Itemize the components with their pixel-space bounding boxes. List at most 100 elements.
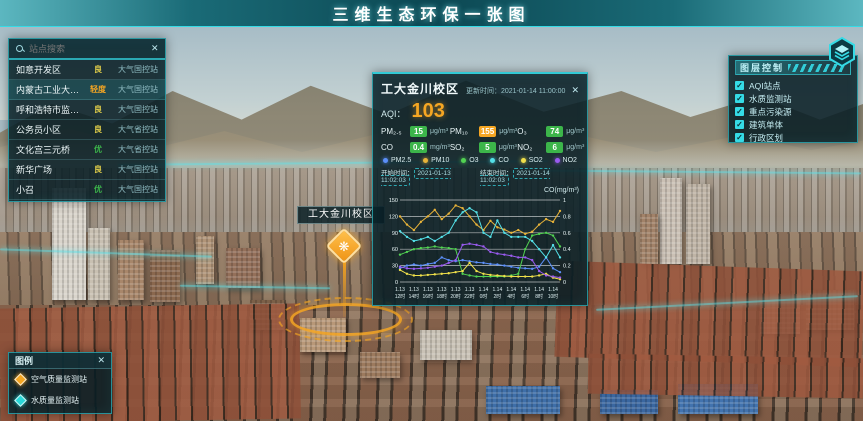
pollutant-name: SO₂ <box>450 143 476 152</box>
pollutant-cell: NO₂ 6 μg/m³ <box>517 142 584 153</box>
legend-item[interactable]: O3 <box>461 157 478 164</box>
layer-panel-title: 图层控制 <box>740 61 784 74</box>
legend-item[interactable]: NO2 <box>555 157 577 164</box>
building <box>196 236 214 284</box>
station-aqi-level: 良 <box>88 164 108 175</box>
legend-dot-icon <box>555 158 560 163</box>
layer-toggle[interactable]: ✓ 建筑单体 <box>735 118 851 131</box>
pollutant-grid: PM₂.₅ 15 μg/m³ PM₁₀ 155 μg/m³ O₃ 74 μg/m… <box>381 126 579 153</box>
station-name: 文化宫三元桥 <box>16 143 84 156</box>
station-type: 大气省控站 <box>112 144 158 155</box>
layer-label: 水质监测站 <box>749 93 792 105</box>
rooftop-band <box>554 261 863 368</box>
close-icon[interactable]: ✕ <box>151 44 159 53</box>
svg-text:1.1314时: 1.1314时 <box>409 287 420 300</box>
svg-text:1.1316时: 1.1316时 <box>423 287 434 300</box>
svg-text:1.148时: 1.148时 <box>534 287 544 300</box>
map-legend-label: 水质量监测站 <box>31 395 79 406</box>
svg-text:150: 150 <box>389 198 398 204</box>
legend-series-name: SO2 <box>529 157 543 164</box>
checkbox-checked-icon[interactable]: ✓ <box>735 120 744 129</box>
legend-item[interactable]: PM2.5 <box>383 157 411 164</box>
station-row[interactable]: 新华广场 良 大气国控站 <box>9 160 165 180</box>
checkbox-checked-icon[interactable]: ✓ <box>735 94 744 103</box>
legend-dot-icon <box>490 158 495 163</box>
layers-icon[interactable] <box>826 36 858 68</box>
checkbox-checked-icon[interactable]: ✓ <box>735 133 744 142</box>
svg-text:0.8: 0.8 <box>563 214 571 220</box>
pollutant-cell: PM₂.₅ 15 μg/m³ <box>381 126 450 137</box>
checkbox-checked-icon[interactable]: ✓ <box>735 107 744 116</box>
station-row[interactable]: 文化宫三元桥 优 大气省控站 <box>9 140 165 160</box>
layer-toggle[interactable]: ✓ AQI站点 <box>735 79 851 92</box>
building <box>52 188 86 300</box>
pollutant-name: NO₂ <box>517 143 543 152</box>
station-type: 大气国控站 <box>112 184 158 195</box>
building <box>88 228 110 300</box>
checkbox-checked-icon[interactable]: ✓ <box>735 81 744 90</box>
legend-dot-icon <box>461 158 466 163</box>
layer-toggle[interactable]: ✓ 重点污染源 <box>735 105 851 118</box>
station-name: 呼和浩特市监测站 <box>16 103 84 116</box>
station-row[interactable]: 呼和浩特市监测站 良 大气国控站 <box>9 100 165 120</box>
layer-toggle[interactable]: ✓ 行政区划 <box>735 131 851 144</box>
svg-text:1.1322时: 1.1322时 <box>464 287 475 300</box>
building <box>420 330 472 360</box>
legend-panel-title: 图例 <box>15 354 33 367</box>
station-row[interactable]: 公务员小区 良 大气省控站 <box>9 120 165 140</box>
station-row[interactable]: 如意开发区 良 大气国控站 <box>9 60 165 80</box>
legend-item[interactable]: PM10 <box>423 157 449 164</box>
svg-text:1.1318时: 1.1318时 <box>436 287 447 300</box>
station-aqi-level: 良 <box>88 124 108 135</box>
svg-text:0: 0 <box>395 280 398 286</box>
header-bar: 三维生态环保一张图 <box>0 0 863 27</box>
update-time: 更新时间：2021-01-14 11:00:00 <box>465 86 565 96</box>
aqi-value: 103 <box>412 100 445 123</box>
legend-item[interactable]: SO2 <box>521 157 543 164</box>
pollutant-name: PM₂.₅ <box>381 127 407 136</box>
svg-text:1.144时: 1.144时 <box>506 287 516 300</box>
legend-item[interactable]: CO <box>490 157 509 164</box>
legend-panel-header: 图例 ✕ <box>9 353 111 369</box>
search-icon <box>16 45 24 53</box>
legend-dot-icon <box>423 158 428 163</box>
pollutant-unit: μg/m³ <box>499 144 517 151</box>
legend-series-name: NO2 <box>563 157 577 164</box>
station-aqi-level: 轻度 <box>88 84 108 95</box>
svg-text:1: 1 <box>563 198 566 204</box>
station-name: 公务员小区 <box>16 123 84 136</box>
layer-toggle[interactable]: ✓ 水质监测站 <box>735 92 851 105</box>
pollutant-cell: SO₂ 5 μg/m³ <box>450 142 517 153</box>
close-icon[interactable]: ✕ <box>571 86 579 95</box>
right-axis-label: CO(mg/m³) <box>381 186 579 195</box>
pollutant-value-badge: 155 <box>479 126 496 137</box>
layer-label: 建筑单体 <box>749 119 783 131</box>
end-time-group: 结束时间：2021-01-14 11:02:03 <box>480 167 579 184</box>
svg-text:1.1410时: 1.1410时 <box>548 287 559 300</box>
pollutant-unit: μg/m³ <box>430 128 448 135</box>
svg-text:1.1320时: 1.1320时 <box>450 287 461 300</box>
station-name: 如意开发区 <box>16 63 84 76</box>
station-search-input[interactable] <box>29 44 146 54</box>
station-type: 大气国控站 <box>112 64 158 75</box>
svg-text:60: 60 <box>392 247 398 253</box>
pollutant-value-badge: 74 <box>546 126 563 137</box>
building <box>150 250 180 302</box>
building <box>118 240 144 300</box>
page-title: 三维生态环保一张图 <box>332 1 530 25</box>
rooftop-band <box>588 354 863 399</box>
building <box>640 214 658 264</box>
svg-text:120: 120 <box>389 214 398 220</box>
station-row[interactable]: 小召 优 大气国控站 <box>9 180 165 200</box>
station-name: 新华广场 <box>16 163 84 176</box>
station-row[interactable]: 内蒙古工业大学金川校区 轻度 大气国控站 <box>9 80 165 100</box>
station-list-panel: ✕ 如意开发区 良 大气国控站 内蒙古工业大学金川校区 轻度 大气国控站 呼和浩… <box>8 38 166 202</box>
app-canvas: 工大金川校区 ❋ 三维生态环保一张图 ✕ 如意开发区 良 大气国控站 内蒙古工业… <box>0 0 863 421</box>
close-icon[interactable]: ✕ <box>97 356 105 365</box>
svg-text:30: 30 <box>392 264 398 270</box>
svg-text:90: 90 <box>392 231 398 237</box>
station-type: 大气省控站 <box>112 124 158 135</box>
aqi-trend-chart: 030609012015000.20.40.60.811.1312时1.1314… <box>381 195 581 307</box>
pollutant-value-badge: 6 <box>546 142 563 153</box>
pollutant-cell: CO 0.4 mg/m³ <box>381 142 450 153</box>
